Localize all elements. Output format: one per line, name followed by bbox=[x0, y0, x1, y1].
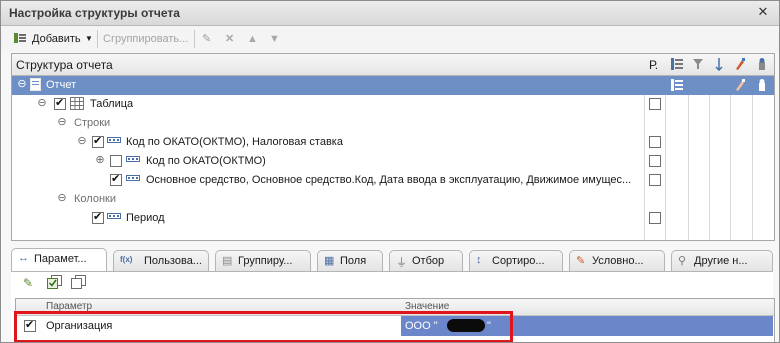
grouping-icon bbox=[126, 154, 140, 167]
tab-label: Условно... bbox=[592, 255, 644, 267]
collapse-icon[interactable]: ⊖ bbox=[16, 78, 28, 90]
p-checkbox[interactable] bbox=[649, 174, 661, 186]
tab-fields[interactable]: ▦ Поля bbox=[317, 250, 383, 271]
tab-sort[interactable]: ↕ Сортиро... bbox=[469, 250, 563, 271]
tab-label: Пользова... bbox=[144, 255, 202, 267]
report-icon bbox=[30, 78, 41, 94]
group-button[interactable]: Сгруппировать... bbox=[103, 31, 188, 47]
tree-row-period[interactable]: ✔ Период bbox=[12, 209, 774, 228]
arrow-down-icon[interactable]: ▼ bbox=[269, 31, 280, 47]
tree-header-p: Р. bbox=[649, 58, 659, 72]
close-icon[interactable]: ✕ bbox=[755, 4, 771, 20]
collapse-icon[interactable]: ⊖ bbox=[56, 116, 68, 128]
conditional-set-icon bbox=[734, 78, 748, 92]
tree-row-grouping[interactable]: ✔ Основное средство, Основное средство.К… bbox=[12, 171, 774, 190]
collapse-icon[interactable]: ⊖ bbox=[36, 97, 48, 109]
edit-icon[interactable]: ✎ bbox=[202, 31, 211, 47]
arrow-up-icon[interactable]: ▲ bbox=[247, 31, 258, 47]
tab-other-settings[interactable]: ⚲ Другие н... bbox=[671, 250, 773, 271]
fields-column-icon bbox=[671, 57, 685, 71]
tree-row-label: Колонки bbox=[74, 193, 116, 205]
tab-label: Группиру... bbox=[238, 255, 293, 267]
collapse-icon[interactable]: ⊖ bbox=[56, 192, 68, 204]
check-all-icon[interactable] bbox=[47, 275, 63, 292]
groupings-icon: ▤ bbox=[222, 255, 233, 267]
tab-label: Отбор bbox=[412, 255, 445, 267]
tree-row-columns[interactable]: ⊖ Колонки bbox=[12, 190, 774, 209]
tab-label: Поля bbox=[340, 255, 367, 267]
tree-row-label: Период bbox=[126, 212, 165, 224]
tree-row-report[interactable]: ⊖ Отчет bbox=[12, 76, 774, 95]
use-checkbox[interactable]: ✔ bbox=[92, 211, 104, 224]
fields-set-icon bbox=[671, 78, 685, 92]
tab-parameters[interactable]: ↔ Парамет... bbox=[11, 248, 107, 272]
tree-row-label: Отчет bbox=[46, 79, 77, 91]
sort-column-icon bbox=[713, 57, 727, 72]
tree-row-rows[interactable]: ⊖ Строки bbox=[12, 114, 774, 133]
add-icon bbox=[13, 31, 27, 47]
expand-icon[interactable]: ⊕ bbox=[94, 154, 106, 166]
tab-label: Парамет... bbox=[34, 253, 87, 265]
p-checkbox[interactable] bbox=[649, 155, 661, 167]
formula-icon: f(x) bbox=[120, 255, 133, 264]
sort-icon: ↕ bbox=[476, 254, 482, 266]
add-button[interactable]: Добавить bbox=[32, 31, 81, 47]
window-title: Настройка структуры отчета bbox=[9, 6, 180, 20]
delete-icon[interactable]: ✕ bbox=[225, 31, 234, 47]
collapse-icon[interactable]: ⊖ bbox=[76, 135, 88, 147]
p-checkbox[interactable] bbox=[649, 136, 661, 148]
toolbar-divider bbox=[194, 30, 195, 48]
p-checkbox[interactable] bbox=[649, 98, 661, 110]
tree-row-label: Код по ОКАТО(ОКТМО) bbox=[146, 155, 266, 167]
grouping-icon bbox=[107, 135, 121, 148]
settings-tabs: ↔ Парамет... f(x) Пользова... ▤ Группиру… bbox=[11, 248, 773, 272]
tab-filter[interactable]: ⏚ Отбор bbox=[389, 250, 463, 271]
tab-label: Другие н... bbox=[694, 255, 748, 267]
uncheck-all-icon[interactable] bbox=[71, 275, 87, 292]
parameters-icon: ↔ bbox=[18, 252, 29, 264]
filter-column-icon bbox=[692, 57, 706, 71]
p-checkbox[interactable] bbox=[649, 212, 661, 224]
tab-user-fields[interactable]: f(x) Пользова... bbox=[113, 250, 209, 271]
use-checkbox[interactable]: ✔ bbox=[92, 135, 104, 148]
use-checkbox[interactable] bbox=[110, 155, 122, 167]
tab-label: Сортиро... bbox=[492, 255, 545, 267]
grouping-icon bbox=[107, 211, 121, 224]
tab-conditional[interactable]: ✎ Условно... bbox=[569, 250, 665, 271]
use-checkbox[interactable]: ✔ bbox=[110, 173, 122, 186]
tree-row-label: Основное средство, Основное средство.Код… bbox=[146, 174, 632, 186]
annotation-highlight bbox=[14, 311, 513, 342]
tree-row-grouping[interactable]: ⊖ ✔ Код по ОКАТО(ОКТМО), Налоговая ставк… bbox=[12, 133, 774, 152]
conditional-icon: ✎ bbox=[576, 255, 586, 267]
conditional-column-icon bbox=[734, 57, 748, 71]
structure-tree: Структура отчета Р. ⊖ Отчет ⊖ ✔ Таблица … bbox=[11, 53, 775, 241]
chevron-down-icon[interactable]: ▼ bbox=[85, 31, 93, 47]
other-settings-set-icon bbox=[756, 78, 770, 92]
tree-row-label: Таблица bbox=[90, 98, 134, 110]
edit-icon[interactable]: ✎ bbox=[23, 276, 33, 290]
filter-icon: ⏚ bbox=[396, 257, 407, 269]
table-icon bbox=[70, 97, 84, 113]
toolbar-divider bbox=[97, 30, 98, 48]
other-settings-icon: ⚲ bbox=[678, 255, 687, 267]
report-structure-window: Настройка структуры отчета ✕ Добавить ▼ … bbox=[0, 0, 780, 343]
tree-row-grouping[interactable]: ⊕ Код по ОКАТО(ОКТМО) bbox=[12, 152, 774, 171]
use-checkbox[interactable]: ✔ bbox=[54, 97, 66, 110]
tab-groupings[interactable]: ▤ Группиру... bbox=[215, 250, 311, 271]
tree-row-label: Код по ОКАТО(ОКТМО), Налоговая ставка bbox=[126, 136, 343, 148]
fields-icon: ▦ bbox=[324, 255, 335, 267]
tree-row-table[interactable]: ⊖ ✔ Таблица bbox=[12, 95, 774, 114]
tree-header: Структура отчета Р. bbox=[12, 54, 774, 76]
title-bar: Настройка структуры отчета ✕ bbox=[1, 1, 779, 26]
other-settings-column-icon bbox=[756, 57, 770, 71]
grouping-icon bbox=[126, 173, 140, 186]
tree-header-label: Структура отчета bbox=[16, 58, 113, 72]
tree-row-label: Строки bbox=[74, 117, 111, 129]
toolbar: Добавить ▼ Сгруппировать... ✎ ✕ ▲ ▼ bbox=[1, 26, 779, 52]
